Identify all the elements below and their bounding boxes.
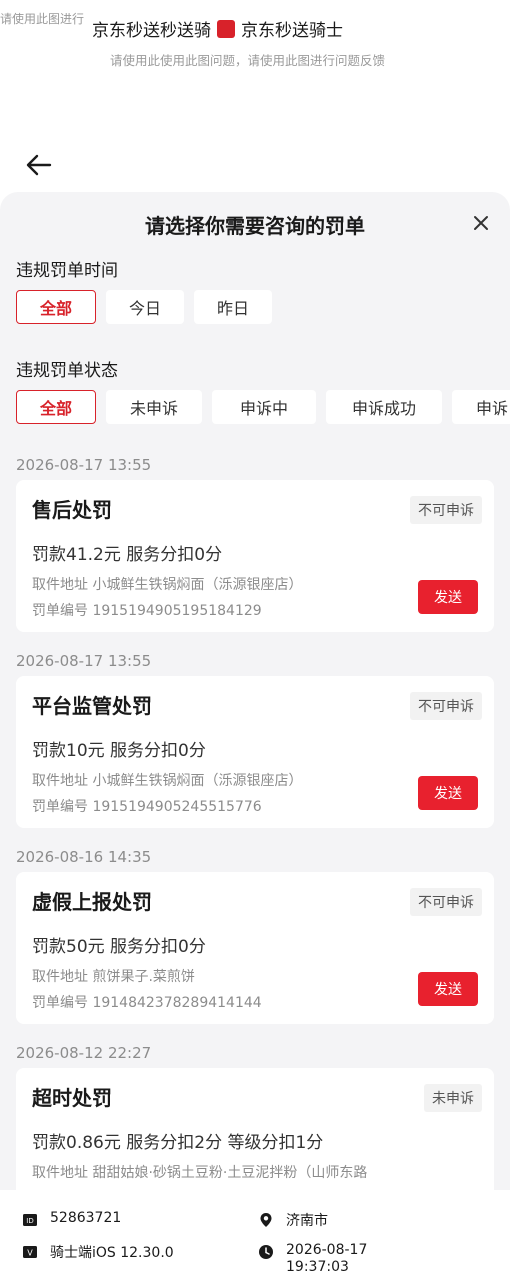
status-chip-appealing[interactable]: 申诉中 [212, 390, 316, 424]
ticket-date: 2026-08-12 22:27 [16, 1044, 152, 1062]
ticket-title: 虚假上报处罚 [32, 890, 152, 914]
sheet-title: 请选择你需要咨询的罚单 [145, 214, 365, 238]
ticket-number: 罚单编号 1915194905195184129 [32, 603, 262, 619]
send-button[interactable]: 发送 [418, 972, 478, 1006]
clock-icon [259, 1245, 273, 1259]
info-panel: ID 52863721 济南市 V 骑士端iOS 12.30.0 2026-08… [0, 1190, 510, 1280]
status-chip-all[interactable]: 全部 [16, 390, 96, 424]
status-chip-not-appealed[interactable]: 未申诉 [106, 390, 202, 424]
version-icon: V [23, 1246, 37, 1258]
top-subtitle: 请使用此使用此图问题，请使用此图进行问题反馈 [110, 53, 386, 68]
info-client: V 骑士端iOS 12.30.0 [22, 1242, 174, 1262]
svg-text:ID: ID [26, 1217, 33, 1225]
ticket-sheet: 请选择你需要咨询的罚单 违规罚单时间 全部 今日 昨日 违规罚单状态 全部 未申… [0, 192, 510, 1190]
datetime-date: 2026-08-17 [286, 1242, 368, 1258]
status-filter-chips: 全部 未申诉 申诉中 申诉成功 申诉 [16, 390, 510, 424]
client-value: 骑士端iOS 12.30.0 [50, 1245, 174, 1261]
ticket-card[interactable]: 超时处罚 未申诉 罚款0.86元 服务分扣2分 等级分扣1分 取件地址 甜甜姑娘… [16, 1068, 494, 1190]
watermark-text: 请使用此图进行 [0, 12, 85, 26]
ticket-address: 取件地址 甜甜姑娘·砂锅土豆粉·土豆泥拌粉（山师东路 [32, 1165, 368, 1181]
datetime-time: 19:37:03 [286, 1259, 349, 1275]
close-icon[interactable] [472, 214, 490, 232]
time-chip-today[interactable]: 今日 [106, 290, 184, 324]
ticket-title: 超时处罚 [32, 1086, 112, 1110]
ticket-number: 罚单编号 1915194905245515776 [32, 799, 262, 815]
top-bar: 请使用此图进行 京东秒送秒送骑 京东秒送骑士 请使用此使用此图问题，请使用此图进… [0, 0, 510, 190]
time-chip-all[interactable]: 全部 [16, 290, 96, 324]
location-pin-icon [260, 1213, 272, 1227]
info-city: 济南市 [258, 1210, 328, 1230]
status-badge: 不可申诉 [410, 692, 482, 720]
datetime-value: 2026-08-17 19:37:03 [286, 1242, 367, 1276]
status-chip-appeal-more[interactable]: 申诉 [452, 390, 510, 424]
back-arrow-icon[interactable] [24, 150, 54, 180]
status-filter-label: 违规罚单状态 [16, 361, 118, 381]
time-filter-chips: 全部 今日 昨日 [16, 290, 272, 324]
ticket-fine: 罚款10元 服务分扣0分 [32, 741, 206, 761]
id-icon: ID [23, 1214, 37, 1226]
ticket-address: 取件地址 小城鲜生铁锅焖面（泺源银座店） [32, 577, 303, 593]
id-value: 52863721 [50, 1210, 122, 1226]
status-badge: 未申诉 [424, 1084, 482, 1112]
ticket-fine: 罚款41.2元 服务分扣0分 [32, 545, 223, 565]
ticket-title: 售后处罚 [32, 498, 112, 522]
city-value: 济南市 [286, 1213, 328, 1229]
ticket-title: 平台监管处罚 [32, 694, 152, 718]
title-right: 京东秒送骑士 [241, 21, 343, 41]
send-button[interactable]: 发送 [418, 776, 478, 810]
ticket-address: 取件地址 小城鲜生铁锅焖面（泺源银座店） [32, 773, 303, 789]
app-logo-icon [217, 19, 235, 38]
ticket-fine: 罚款0.86元 服务分扣2分 等级分扣1分 [32, 1133, 324, 1153]
time-filter-label: 违规罚单时间 [16, 261, 118, 281]
status-chip-appeal-success[interactable]: 申诉成功 [326, 390, 442, 424]
svg-text:V: V [27, 1249, 33, 1258]
info-datetime: 2026-08-17 19:37:03 [258, 1242, 367, 1276]
ticket-date: 2026-08-16 14:35 [16, 848, 152, 866]
info-id: ID 52863721 [22, 1210, 121, 1228]
ticket-card[interactable]: 虚假上报处罚 不可申诉 罚款50元 服务分扣0分 取件地址 煎饼果子.菜煎饼 罚… [16, 872, 494, 1024]
ticket-date: 2026-08-17 13:55 [16, 652, 152, 670]
status-badge: 不可申诉 [410, 496, 482, 524]
time-chip-yesterday[interactable]: 昨日 [194, 290, 272, 324]
ticket-fine: 罚款50元 服务分扣0分 [32, 937, 206, 957]
top-title: 京东秒送秒送骑 京东秒送骑士 [92, 16, 343, 41]
ticket-card[interactable]: 售后处罚 不可申诉 罚款41.2元 服务分扣0分 取件地址 小城鲜生铁锅焖面（泺… [16, 480, 494, 632]
send-button[interactable]: 发送 [418, 580, 478, 614]
title-left: 京东秒送秒送骑 [92, 21, 211, 41]
ticket-address: 取件地址 煎饼果子.菜煎饼 [32, 969, 195, 985]
ticket-date: 2026-08-17 13:55 [16, 456, 152, 474]
ticket-card[interactable]: 平台监管处罚 不可申诉 罚款10元 服务分扣0分 取件地址 小城鲜生铁锅焖面（泺… [16, 676, 494, 828]
status-badge: 不可申诉 [410, 888, 482, 916]
ticket-number: 罚单编号 1914842378289414144 [32, 995, 262, 1011]
